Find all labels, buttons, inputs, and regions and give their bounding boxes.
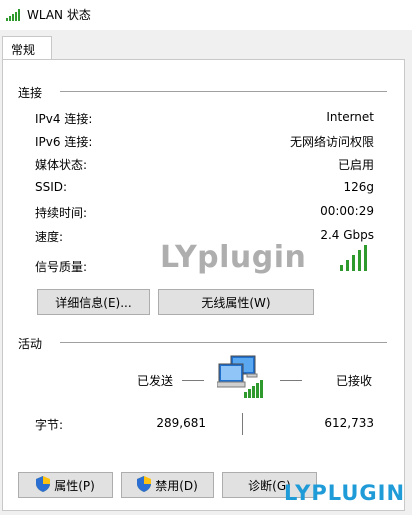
watermark-text: LYplugin (160, 240, 307, 275)
title-bar: WLAN 状态 (0, 0, 412, 30)
ssid-value: 126g (343, 180, 374, 194)
wifi-signal-icon (6, 9, 22, 24)
ipv4-label: IPv4 连接: (35, 112, 93, 126)
ipv6-label: IPv6 连接: (35, 135, 93, 149)
tab-general-label: 常规 (11, 43, 36, 57)
window-title: WLAN 状态 (27, 8, 91, 22)
ipv4-value: Internet (326, 110, 374, 124)
signal-bar (352, 255, 355, 271)
properties-button-label: 属性(P) (54, 478, 95, 493)
connection-section-title: 连接 (18, 86, 43, 100)
signal-bar (340, 265, 343, 271)
connection-divider (60, 91, 387, 92)
signal-bar (358, 250, 361, 271)
bytes-sent-value: 289,681 (156, 416, 206, 430)
duration-value: 00:00:29 (320, 204, 374, 218)
properties-button[interactable]: 属性(P) (18, 472, 113, 498)
activity-divider (60, 342, 387, 343)
corner-watermark: LYPLUGIN (284, 481, 406, 505)
speed-label: 速度: (35, 230, 64, 244)
tab-general[interactable]: 常规 (2, 36, 52, 60)
bytes-received-value: 612,733 (324, 416, 374, 430)
speed-value: 2.4 Gbps (320, 228, 374, 242)
tab-strip: 常规 (0, 30, 412, 60)
disable-button[interactable]: 禁用(D) (121, 472, 214, 498)
ssid-label: SSID: (35, 180, 68, 194)
signal-quality-label: 信号质量: (35, 260, 88, 274)
sent-connector-line (182, 380, 204, 381)
bytes-divider (242, 413, 243, 435)
ipv6-value: 无网络访问权限 (289, 135, 374, 149)
uac-shield-icon (36, 475, 51, 495)
signal-bar (364, 245, 367, 271)
media-state-value: 已启用 (337, 158, 374, 172)
uac-shield-icon (137, 475, 152, 495)
sent-label: 已发送 (137, 374, 174, 388)
network-computers-icon (216, 354, 267, 403)
duration-label: 持续时间: (35, 206, 88, 220)
media-state-label: 媒体状态: (35, 158, 88, 172)
signal-bar (346, 260, 349, 271)
activity-section-title: 活动 (18, 337, 43, 351)
received-label: 已接收 (336, 374, 373, 388)
details-button[interactable]: 详细信息(E)... (37, 289, 150, 315)
signal-strength-icon (340, 245, 372, 271)
received-connector-line (280, 380, 302, 381)
bytes-label: 字节: (35, 418, 64, 432)
disable-button-label: 禁用(D) (155, 478, 198, 493)
wireless-properties-button[interactable]: 无线属性(W) (158, 289, 314, 315)
